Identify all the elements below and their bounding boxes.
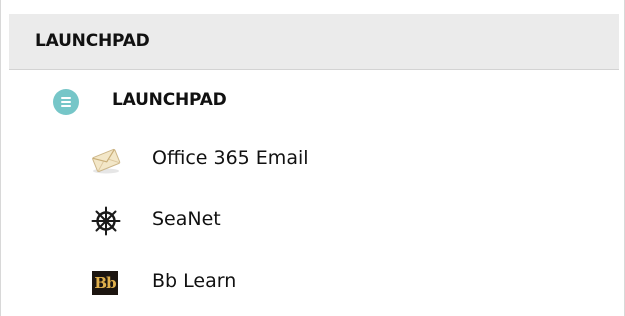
blackboard-logo-icon: Bb (89, 268, 123, 298)
panel-header: LAUNCHPAD (9, 14, 619, 70)
ship-wheel-icon (89, 206, 123, 236)
launchpad-item-seanet[interactable]: SeaNet (1, 202, 624, 240)
launchpad-group-title: LAUNCHPAD (112, 90, 227, 110)
item-label: SeaNet (152, 208, 221, 230)
launchpad-group[interactable]: LAUNCHPAD (1, 83, 624, 121)
launchpad-item-office-365-email[interactable]: Office 365 Email (1, 141, 624, 179)
launchpad-item-bb-learn[interactable]: Bb Bb Learn (1, 264, 624, 302)
item-label: Bb Learn (152, 270, 237, 292)
panel-header-title: LAUNCHPAD (35, 31, 150, 51)
blackboard-logo-mark: Bb (92, 271, 118, 295)
list-circle-icon (53, 89, 79, 115)
item-label: Office 365 Email (152, 147, 309, 169)
envelope-icon (89, 145, 123, 175)
launchpad-panel: LAUNCHPAD LAUNCHPAD Office 365 Email Sea… (0, 0, 625, 316)
